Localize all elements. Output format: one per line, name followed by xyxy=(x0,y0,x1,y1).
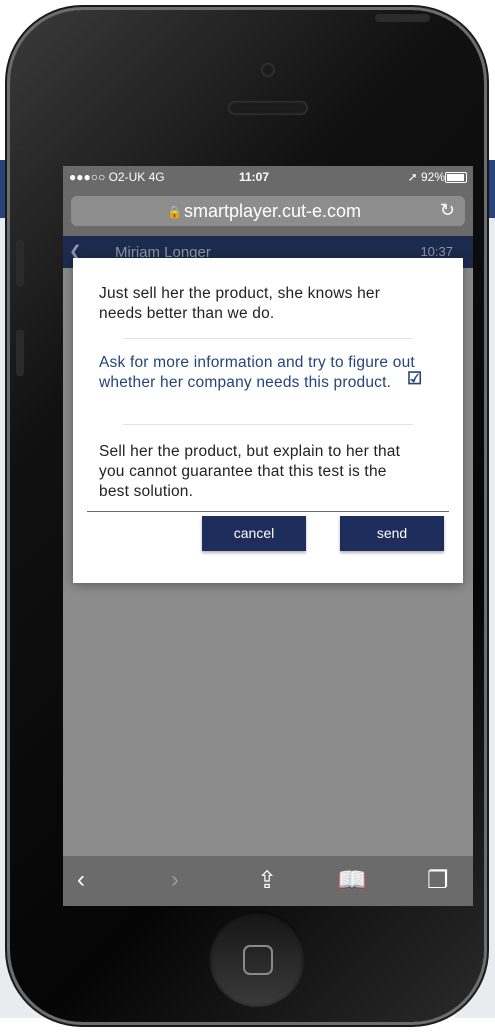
cancel-button[interactable]: cancel xyxy=(202,516,306,551)
send-button[interactable]: send xyxy=(340,516,444,551)
status-bar: ●●●○○ O2-UK 4G 11:07 ➚ 92% xyxy=(63,166,473,188)
address-bar[interactable]: 🔒 smartplayer.cut-e.com ↻ xyxy=(71,196,465,226)
volume-up-button xyxy=(16,240,24,286)
battery-percent: ➚ 92% xyxy=(407,170,445,184)
browser-address-area: 🔒 smartplayer.cut-e.com ↻ xyxy=(63,188,473,236)
message-time: 10:37 xyxy=(420,244,453,259)
battery-icon xyxy=(445,172,467,183)
divider xyxy=(87,511,449,512)
bookmarks-icon[interactable]: 📖 xyxy=(337,866,367,895)
phone-body: ●●●○○ O2-UK 4G 11:07 ➚ 92% 🔒 smartplayer… xyxy=(10,10,484,1022)
answer-dialog: Just sell her the product, she knows her… xyxy=(73,258,463,583)
divider xyxy=(123,338,413,339)
reload-icon[interactable]: ↻ xyxy=(440,200,455,221)
home-button[interactable] xyxy=(209,911,305,1007)
home-square-icon xyxy=(243,945,273,975)
url-text: smartplayer.cut-e.com xyxy=(184,201,362,221)
mute-switch xyxy=(16,150,24,180)
power-button xyxy=(375,14,430,22)
lock-icon: 🔒 xyxy=(167,205,182,219)
answer-option-2[interactable]: Ask for more information and try to figu… xyxy=(99,353,419,393)
earpiece-speaker xyxy=(228,101,308,115)
clock: 11:07 xyxy=(239,170,270,184)
tabs-icon[interactable]: ❐ xyxy=(427,866,449,895)
phone-screen: ●●●○○ O2-UK 4G 11:07 ➚ 92% 🔒 smartplayer… xyxy=(63,166,473,906)
divider xyxy=(123,424,413,425)
volume-down-button xyxy=(16,330,24,376)
browser-toolbar: ‹ › ⇪ 📖 ❐ xyxy=(63,856,473,906)
answer-option-1[interactable]: Just sell her the product, she knows her… xyxy=(99,284,419,324)
carrier-label: ●●●○○ O2-UK 4G xyxy=(69,170,165,184)
checkbox-checked-icon[interactable]: ☑ xyxy=(407,370,423,387)
answer-option-3[interactable]: Sell her the product, but explain to her… xyxy=(99,442,419,502)
forward-icon[interactable]: › xyxy=(171,866,179,894)
share-icon[interactable]: ⇪ xyxy=(257,866,277,895)
front-camera xyxy=(261,63,275,77)
back-icon[interactable]: ‹ xyxy=(77,866,85,894)
